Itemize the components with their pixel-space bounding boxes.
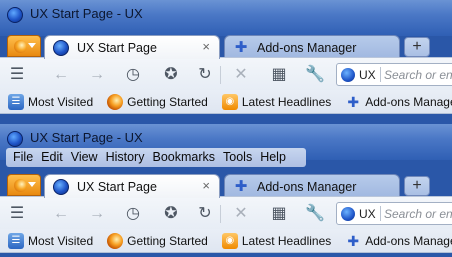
bookmark-star-icon[interactable]: ✪ [160,64,182,86]
navigation-toolbar: ☰ ← → ◷ ✪ ↻ ✕ ▦ 🔧 UX Search or ent [0,196,452,229]
toolbar-separator [220,66,221,84]
history-icon[interactable]: ◷ [122,64,144,86]
bookmarks-toolbar: ☰ Most Visited Getting Started ◉ Latest … [0,229,452,253]
bookmark-label: Latest Headlines [241,233,332,248]
forward-icon[interactable]: → [86,203,108,225]
rss-icon: ◉ [221,93,238,110]
toolbar-separator [220,205,221,223]
tab-addons-manager[interactable]: ✚ Add-ons Manager [224,35,400,59]
bookmark-label: Most Visited [28,233,94,248]
bookmark-getting-started[interactable]: Getting Started [99,232,208,249]
window-title: UX Start Page - UX [30,6,143,21]
navigation-toolbar: ☰ ← → ◷ ✪ ↻ ✕ ▦ 🔧 UX Search or ent [0,57,452,90]
browser-window-1: UX Start Page - UX UX Start Page × ✚ Add… [0,0,452,126]
bookmark-addons-manager[interactable]: ✚ Add-ons Manager [337,233,452,249]
tab-label: Add-ons Manager [257,40,357,55]
title-bar: UX Start Page - UX [0,0,452,36]
site-identity-icon[interactable] [341,68,355,82]
bookmark-label: Add-ons Manager [365,233,452,248]
puzzle-icon: ✚ [234,177,248,195]
tab-label: UX Start Page [77,179,157,194]
bookmark-label: Add-ons Manager [365,94,452,109]
stop-icon[interactable]: ✕ [230,64,252,86]
tab-label: UX Start Page [77,40,157,55]
bookmark-most-visited[interactable]: ☰ Most Visited [0,232,94,249]
menu-edit[interactable]: Edit [37,148,67,167]
browser-window-2: UX Start Page - UX File Edit View Histor… [0,124,452,257]
app-globe-icon [7,7,23,23]
firefox-icon [107,93,124,110]
tab-addons-manager[interactable]: ✚ Add-ons Manager [224,174,400,198]
tab-strip: UX Start Page × ✚ Add-ons Manager + [0,172,452,198]
reload-icon[interactable]: ↻ [194,64,216,86]
new-tab-button[interactable]: + [404,37,430,57]
bookmark-most-visited[interactable]: ☰ Most Visited [0,93,94,110]
tabs-grid-icon[interactable]: ▦ [268,203,290,225]
site-identity-label: UX [359,68,376,82]
reload-icon[interactable]: ↻ [194,203,216,225]
back-icon[interactable]: ← [50,64,72,86]
tab-label: Add-ons Manager [257,179,357,194]
menu-file[interactable]: File [9,148,37,167]
close-tab-icon[interactable]: × [202,178,210,193]
chevron-down-icon [28,182,36,187]
bookmark-latest-headlines[interactable]: ◉ Latest Headlines [214,232,332,249]
globe-icon [53,39,69,56]
firefox-icon [107,232,124,249]
menu-icon[interactable]: ☰ [6,203,28,225]
menu-history[interactable]: History [102,148,149,167]
history-icon[interactable]: ◷ [122,203,144,225]
close-tab-icon[interactable]: × [202,39,210,54]
wrench-icon[interactable]: 🔧 [304,203,326,225]
bookmark-label: Most Visited [28,94,94,109]
bookmarks-toolbar: ☰ Most Visited Getting Started ◉ Latest … [0,90,452,114]
menu-tools[interactable]: Tools [219,148,256,167]
bookmark-latest-headlines[interactable]: ◉ Latest Headlines [214,93,332,110]
most-visited-icon: ☰ [8,93,24,110]
puzzle-icon: ✚ [347,93,360,110]
forward-icon[interactable]: → [86,64,108,86]
chevron-down-icon [28,43,36,48]
menu-view[interactable]: View [67,148,102,167]
bookmark-addons-manager[interactable]: ✚ Add-ons Manager [337,94,452,110]
menu-bar: File Edit View History Bookmarks Tools H… [6,148,306,167]
puzzle-icon: ✚ [234,38,248,56]
tab-ux-start-page[interactable]: UX Start Page × [44,35,220,59]
tab-ux-start-page[interactable]: UX Start Page × [44,174,220,198]
menu-help[interactable]: Help [256,148,290,167]
menu-icon[interactable]: ☰ [6,64,28,86]
stop-icon[interactable]: ✕ [230,203,252,225]
site-identity-icon[interactable] [341,207,355,221]
url-bar[interactable]: UX Search or ent [336,202,452,225]
tabs-grid-icon[interactable]: ▦ [268,64,290,86]
bookmark-label: Getting Started [127,94,208,109]
most-visited-icon: ☰ [8,232,24,249]
url-separator [380,67,381,82]
tab-strip: UX Start Page × ✚ Add-ons Manager + [0,33,452,59]
bookmark-label: Getting Started [127,233,208,248]
firefox-logo-icon [14,179,27,192]
wrench-icon[interactable]: 🔧 [304,64,326,86]
bookmark-star-icon[interactable]: ✪ [160,203,182,225]
bookmark-getting-started[interactable]: Getting Started [99,93,208,110]
puzzle-icon: ✚ [347,232,360,249]
app-globe-icon [7,131,23,147]
title-bar: UX Start Page - UX File Edit View Histor… [0,124,452,167]
globe-icon [53,178,69,195]
search-input[interactable]: Search or ent [384,207,452,221]
menu-bookmarks[interactable]: Bookmarks [148,148,219,167]
search-input[interactable]: Search or ent [384,68,452,82]
bookmark-label: Latest Headlines [241,94,332,109]
firefox-logo-icon [14,40,27,53]
site-identity-label: UX [359,207,376,221]
rss-icon: ◉ [221,232,238,249]
app-menu-button[interactable] [7,174,41,196]
app-menu-button[interactable] [7,35,41,57]
url-separator [380,206,381,221]
window-title: UX Start Page - UX [30,130,143,145]
url-bar[interactable]: UX Search or ent [336,63,452,86]
back-icon[interactable]: ← [50,203,72,225]
new-tab-button[interactable]: + [404,176,430,196]
